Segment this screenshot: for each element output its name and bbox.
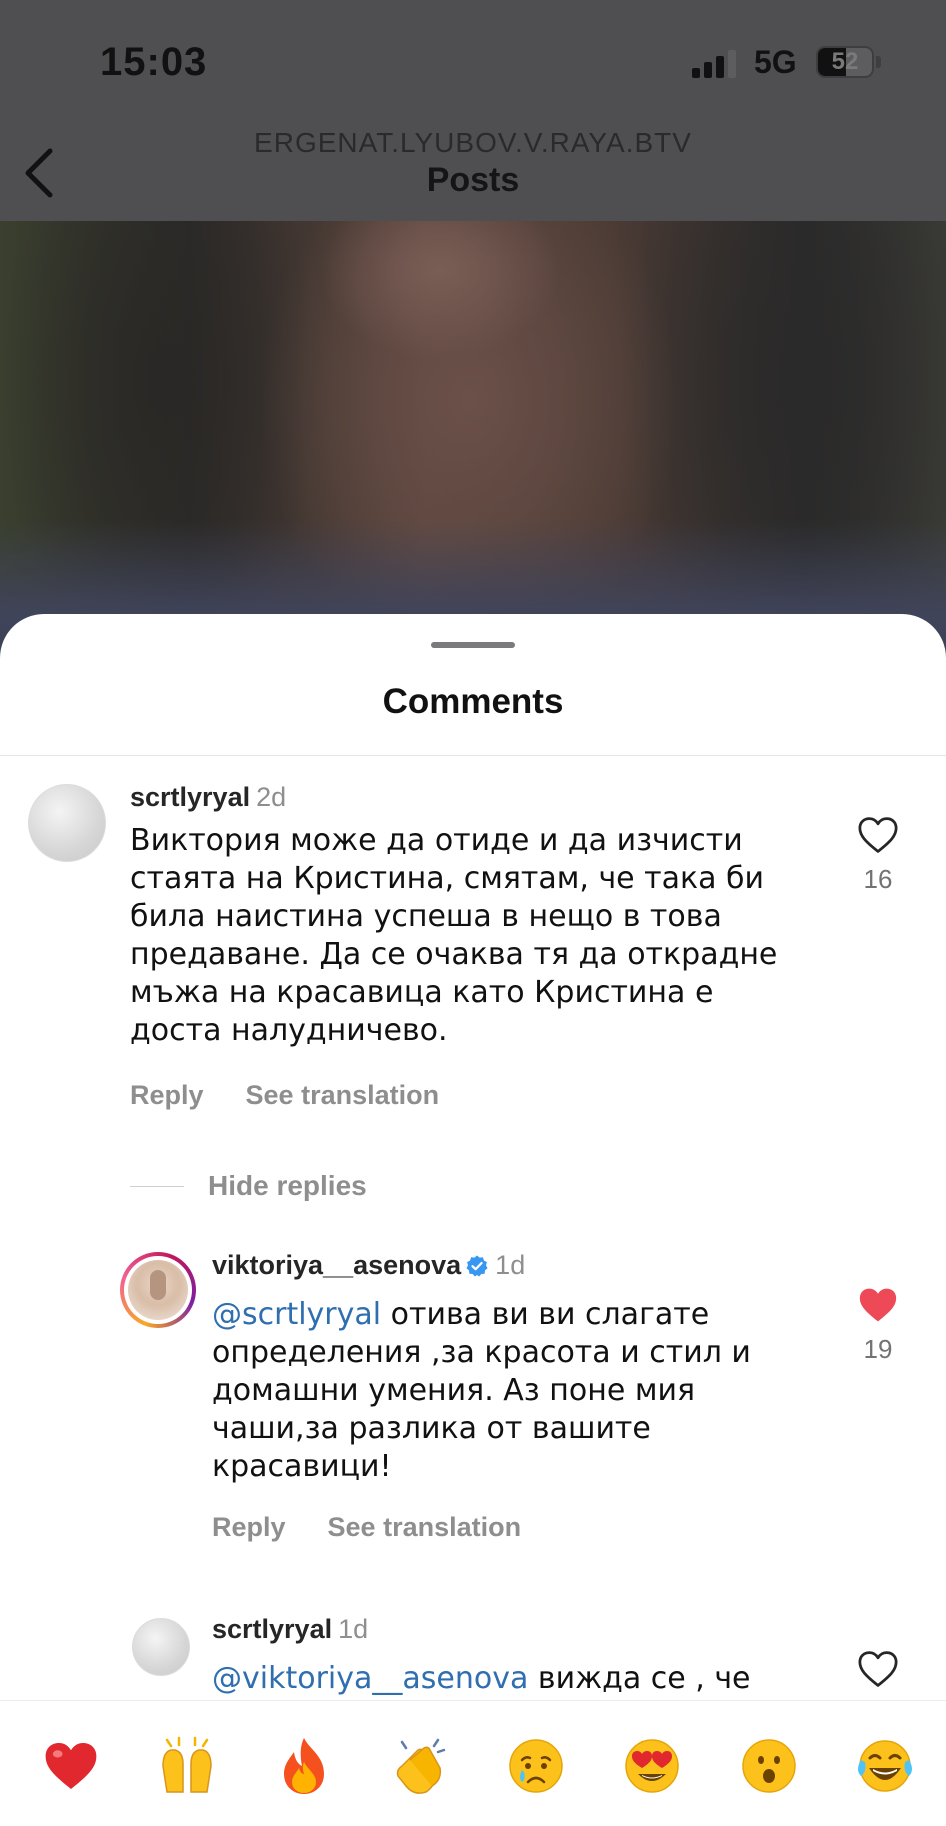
battery-icon: 52 <box>816 46 874 78</box>
battery-level: 52 <box>831 48 859 75</box>
fire-icon <box>283 1738 324 1794</box>
hide-replies-button[interactable]: Hide replies <box>130 1170 367 1202</box>
avatar[interactable] <box>120 1252 196 1328</box>
avatar[interactable] <box>28 784 106 862</box>
raising-hands-icon <box>162 1736 213 1793</box>
reply-actions: Reply See translation <box>212 1512 521 1543</box>
tears-of-joy-icon <box>857 1740 912 1792</box>
see-translation-button[interactable]: See translation <box>246 1080 440 1111</box>
post-header: ERGENAT.LYUBOV.V.RAYA.BTV Posts <box>0 125 946 221</box>
like-count: 16 <box>863 864 893 894</box>
like-button[interactable]: 16 <box>848 816 908 895</box>
mention-link[interactable]: @viktoriya__asenova <box>212 1661 528 1696</box>
comment-actions: Reply See translation <box>130 1080 439 1111</box>
divider <box>0 755 946 756</box>
emoji-row <box>40 1735 916 1797</box>
red-heart-emoji-button[interactable] <box>40 1735 102 1797</box>
heart-filled-icon <box>859 1288 897 1322</box>
reply-age: 1d <box>495 1250 526 1280</box>
reply-button[interactable]: Reply <box>212 1512 286 1543</box>
like-count: 19 <box>863 1334 893 1364</box>
comment-text: Виктория може да отиде и да изчисти стая… <box>130 823 778 1048</box>
like-button[interactable]: 19 <box>848 1286 908 1365</box>
surprised-face-icon <box>741 1739 796 1793</box>
cellular-signal-icon <box>692 50 736 78</box>
heart-eyes-icon <box>625 1739 680 1793</box>
clapping-hands-emoji-button[interactable] <box>389 1735 451 1797</box>
like-button[interactable] <box>848 1650 908 1688</box>
divider <box>130 1185 184 1187</box>
see-translation-button[interactable]: See translation <box>328 1512 522 1543</box>
reply-username[interactable]: viktoriya__asenova <box>212 1250 461 1280</box>
page-title: Posts <box>426 161 520 199</box>
heart-outline-icon <box>858 1651 898 1687</box>
tears-of-joy-emoji-button[interactable] <box>854 1735 916 1797</box>
reply-age: 1d <box>338 1614 369 1644</box>
surprised-face-emoji-button[interactable] <box>738 1735 800 1797</box>
comments-sheet: Comments scrtlyryal 2d Виктория може да о… <box>0 614 946 1826</box>
reply-text: @scrtlyryal отива ви ви слагате определе… <box>212 1296 792 1486</box>
heart-outline-icon <box>858 817 898 853</box>
crying-face-emoji-button[interactable] <box>505 1735 567 1797</box>
clapping-hands-icon <box>396 1738 446 1794</box>
reply-meta: viktoriya__asenova 1d <box>212 1250 525 1281</box>
reply-meta: scrtlyryal 1d <box>212 1614 368 1645</box>
reply-username[interactable]: scrtlyryal <box>212 1614 332 1644</box>
comments-title: Comments <box>382 682 564 721</box>
raising-hands-emoji-button[interactable] <box>156 1735 218 1797</box>
reply-text-body: вижда се , че <box>528 1661 751 1696</box>
comment-meta: scrtlyryal 2d <box>130 782 286 813</box>
crying-face-icon <box>509 1739 563 1793</box>
hide-replies-label: Hide replies <box>208 1170 367 1201</box>
verified-badge-icon <box>466 1255 488 1277</box>
red-heart-icon <box>45 1743 97 1789</box>
fire-emoji-button[interactable] <box>273 1735 335 1797</box>
status-time: 15:03 <box>100 40 208 84</box>
status-bar: 15:03 5G 52 <box>0 0 946 125</box>
sheet-drag-handle[interactable] <box>431 642 515 648</box>
network-type: 5G <box>754 44 797 80</box>
avatar[interactable] <box>132 1618 190 1676</box>
mention-link[interactable]: @scrtlyryal <box>212 1297 381 1332</box>
account-name[interactable]: ERGENAT.LYUBOV.V.RAYA.BTV <box>0 127 946 159</box>
reply-button[interactable]: Reply <box>130 1080 204 1111</box>
comment-age: 2d <box>256 782 287 812</box>
reply-text: @viktoriya__asenova вижда се , че <box>212 1660 792 1698</box>
heart-eyes-emoji-button[interactable] <box>621 1735 683 1797</box>
battery-tip <box>876 56 881 68</box>
emoji-reaction-bar <box>0 1700 946 1826</box>
comment-username[interactable]: scrtlyryal <box>130 782 250 812</box>
